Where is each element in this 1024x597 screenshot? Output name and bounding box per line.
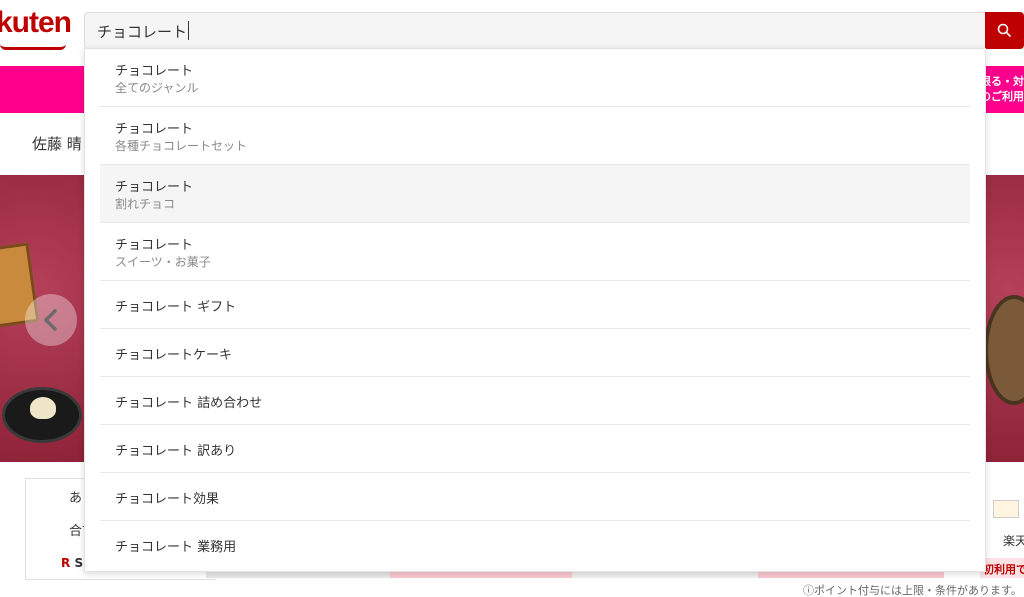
suggestion-item[interactable]: チョコレート スイーツ・お菓子 bbox=[100, 223, 970, 281]
suggestion-label: チョコレートケーキ bbox=[115, 348, 233, 363]
suggestion-label: チョコレート ギフト bbox=[115, 300, 237, 315]
text-caret bbox=[188, 21, 190, 40]
chevron-left-icon bbox=[44, 309, 57, 331]
user-greeting: 佐藤 晴 bbox=[32, 135, 82, 153]
suggestion-category: 割れチョコ bbox=[115, 197, 176, 211]
sweet-image bbox=[30, 397, 56, 419]
promo-banner-text: 限る・対 のご利用 bbox=[980, 75, 1024, 103]
rakuten-logo[interactable]: kuten bbox=[0, 6, 72, 40]
search-input-value: チョコレート bbox=[97, 21, 190, 41]
suggestion-item[interactable]: チョコレート 詰め合わせ bbox=[100, 377, 970, 425]
suggestion-item[interactable]: チョコレート 各種チョコレートセット bbox=[100, 107, 970, 165]
search-input[interactable]: チョコレート bbox=[84, 12, 986, 49]
search-suggestions: チョコレート 全てのジャンル チョコレート 各種チョコレートセット チョコレート… bbox=[84, 48, 986, 572]
suggestion-item[interactable]: チョコレート効果 bbox=[100, 473, 970, 521]
suggestion-label: チョコレート bbox=[115, 180, 194, 195]
suggestion-label: チョコレート 詰め合わせ bbox=[115, 396, 263, 411]
carousel-prev-button[interactable] bbox=[25, 294, 77, 346]
points-footnote: ⓘポイント付与には上限・条件があります。 bbox=[803, 584, 1022, 597]
suggestion-item[interactable]: チョコレート 訳あり bbox=[100, 425, 970, 473]
suggestion-label: チョコレート 業務用 bbox=[115, 540, 237, 555]
suggestion-category: 全てのジャンル bbox=[115, 81, 199, 95]
search-button[interactable] bbox=[985, 12, 1024, 49]
suggestion-label: チョコレート bbox=[115, 122, 194, 137]
suggestion-category: スイーツ・お菓子 bbox=[115, 255, 211, 269]
suggestion-label: チョコレート 訳あり bbox=[115, 444, 237, 459]
suggestion-item-hovered[interactable]: チョコレート 割れチョコ bbox=[100, 165, 970, 223]
suggestion-category: 各種チョコレートセット bbox=[115, 139, 248, 153]
suggestion-item[interactable]: チョコレート ギフト bbox=[100, 281, 970, 329]
suggestion-label: チョコレート効果 bbox=[115, 492, 220, 507]
suggestion-label: チョコレート bbox=[115, 64, 194, 79]
suggestion-item[interactable]: チョコレート 業務用 bbox=[100, 521, 970, 569]
right-card-promo[interactable]: 初利用でS bbox=[980, 558, 1024, 578]
search-icon bbox=[997, 23, 1011, 37]
suggestion-label: チョコレート bbox=[115, 238, 194, 253]
right-card-text: 楽天 bbox=[1003, 534, 1024, 548]
logo-swoosh bbox=[0, 44, 66, 50]
card-thumbnail-icon bbox=[993, 500, 1019, 518]
card-text-1: あ bbox=[69, 491, 83, 506]
suggestion-item[interactable]: チョコレートケーキ bbox=[100, 329, 970, 377]
suggestion-item[interactable]: チョコレート 全てのジャンル bbox=[100, 49, 970, 107]
